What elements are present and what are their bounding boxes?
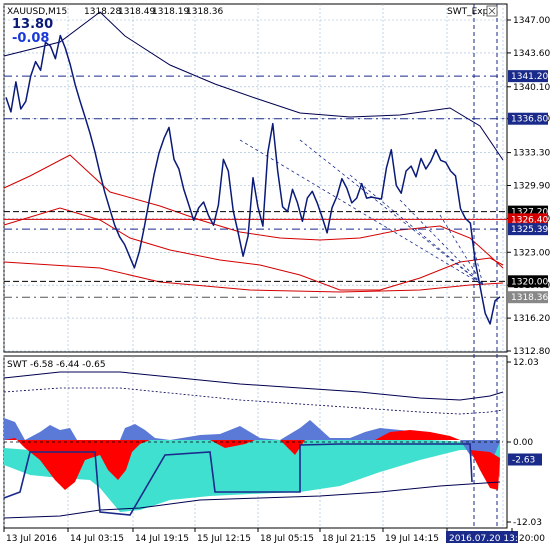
indicator-label: SWT_Exp [447,7,489,17]
time-axis-label: 19 Jul 14:15 [385,534,439,544]
close-box-icon[interactable] [486,5,498,17]
big-value-1: 13.80 [12,17,53,32]
price-label-text: 1341.20 [511,72,548,82]
big-value-2: -0.08 [12,31,49,46]
ohlc-close: 1318.36 [186,7,223,17]
sub-axis-tick-label: 0.00 [513,438,533,448]
sub-axis-tick-label: 12.03 [513,358,539,368]
price-label-text: 1318.36 [511,293,548,303]
symbol-label: XAUUSD,M15 [7,7,67,17]
time-axis-label: 14 Jul 19:15 [135,534,189,544]
time-axis-label: 18 Jul 05:15 [260,534,314,544]
sub-value-label: -2.63 [512,455,535,465]
time-axis-label-highlight: 2016.07.20 13:30 [449,534,530,544]
price-label-text: 1320.00 [511,277,548,287]
price-axis-tick-label: 1333.30 [513,149,550,159]
time-axis-label: 20:00 [519,534,545,544]
price-axis-tick-label: 1316.20 [513,314,550,324]
sub-axis-tick-label: -12.03 [513,518,542,528]
price-axis-tick-label: 1343.60 [513,49,550,59]
price-axis-tick-label: 1347.00 [513,16,550,26]
ohlc-open: 1318.28 [84,7,121,17]
price-axis-tick-label: 1323.00 [513,248,550,258]
price-axis-tick-label: 1312.80 [513,347,550,357]
time-axis-label: 13 Jul 2016 [6,534,57,544]
sub-window-label: SWT -6.58 -6.44 -0.65 [7,360,106,370]
ohlc-low: 1318.19 [152,7,189,17]
time-axis-label: 14 Jul 03:15 [70,534,124,544]
price-axis-tick-label: 1329.90 [513,182,550,192]
price-label-text: 1325.39 [511,225,548,235]
ohlc-high: 1318.49 [118,7,155,17]
price-label-text: 1336.80 [511,115,548,125]
time-axis-label: 18 Jul 21:15 [322,534,376,544]
time-axis-label: 15 Jul 12:15 [197,534,251,544]
price-axis-tick-label: 1340.10 [513,83,550,93]
chart-canvas[interactable]: 1347.00 1343.60 1340.10 1336.80 1333.30 1329.… [0,0,550,550]
